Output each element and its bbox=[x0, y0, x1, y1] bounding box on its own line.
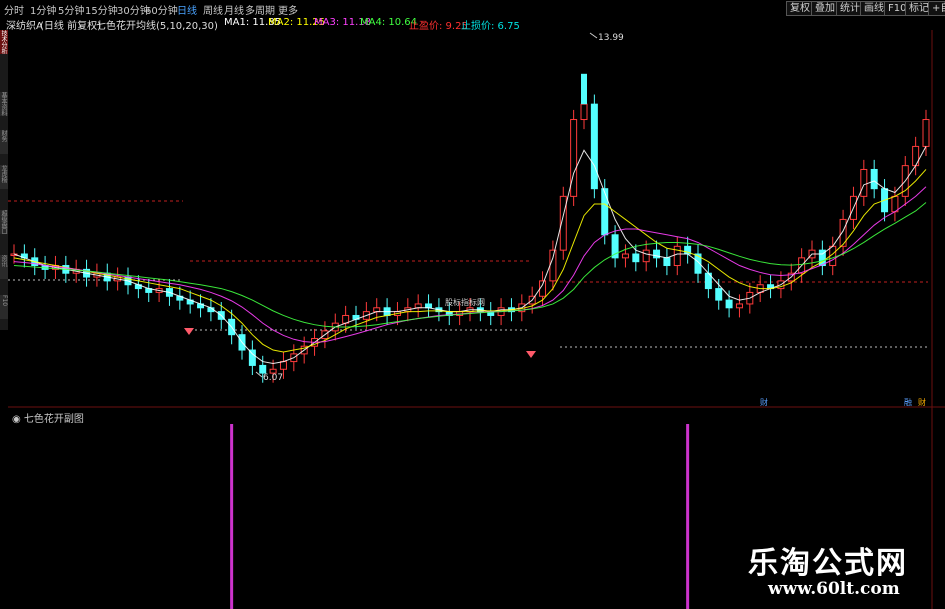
candle-body[interactable] bbox=[259, 364, 267, 374]
event-marker[interactable]: 财 bbox=[918, 397, 926, 407]
candle-body[interactable] bbox=[549, 249, 557, 282]
candle-body[interactable] bbox=[621, 253, 629, 259]
candle-high-spike[interactable] bbox=[581, 73, 587, 105]
candle-body[interactable] bbox=[725, 299, 733, 309]
signal-bar bbox=[686, 424, 690, 609]
candle-body[interactable] bbox=[642, 249, 650, 263]
candle-body[interactable] bbox=[673, 245, 681, 267]
candle-body[interactable] bbox=[248, 349, 256, 366]
site-watermark-small: 股标指标网 bbox=[445, 297, 485, 307]
ma-line-ma1 bbox=[13, 146, 927, 365]
candle-body[interactable] bbox=[373, 307, 381, 313]
candle-body[interactable] bbox=[279, 361, 287, 370]
high-price-label: 13.99 bbox=[598, 33, 624, 43]
signal-arrow-icon bbox=[184, 328, 194, 335]
candle-body[interactable] bbox=[414, 303, 422, 309]
event-marker[interactable]: 融 bbox=[904, 397, 912, 407]
candle-body[interactable] bbox=[425, 303, 433, 309]
candle-body[interactable] bbox=[632, 253, 640, 263]
event-marker[interactable]: 财 bbox=[760, 397, 768, 407]
candle-body[interactable] bbox=[580, 103, 588, 121]
sub-chart-title-text: 七色花开副图 bbox=[23, 414, 84, 425]
candle-body[interactable] bbox=[715, 288, 723, 301]
watermark-url: www.60lt.com bbox=[768, 579, 900, 599]
kline-chart[interactable]: 13.99 6.07 股标指标网 财 融 财 bbox=[0, 0, 945, 609]
watermark-logo: 乐淘公式网 bbox=[748, 546, 908, 581]
candle-body[interactable] bbox=[922, 119, 930, 147]
sub-chart-dot-icon: ◉ bbox=[12, 414, 24, 425]
candle-body[interactable] bbox=[860, 168, 868, 197]
candle-body[interactable] bbox=[891, 195, 899, 213]
high-pointer bbox=[589, 32, 598, 39]
ma-line-ma2 bbox=[13, 169, 927, 353]
candle-body[interactable] bbox=[601, 188, 609, 236]
candle-body[interactable] bbox=[735, 303, 743, 309]
signal-bar bbox=[230, 424, 234, 609]
low-price-label: 6.07 bbox=[263, 373, 283, 383]
candle-body[interactable] bbox=[663, 257, 671, 267]
sub-chart-title: ◉ 七色花开副图 bbox=[12, 410, 84, 425]
candle-body[interactable] bbox=[870, 168, 878, 190]
candle-body[interactable] bbox=[570, 119, 578, 197]
candle-body[interactable] bbox=[590, 103, 598, 190]
signal-arrow-icon bbox=[526, 351, 536, 358]
